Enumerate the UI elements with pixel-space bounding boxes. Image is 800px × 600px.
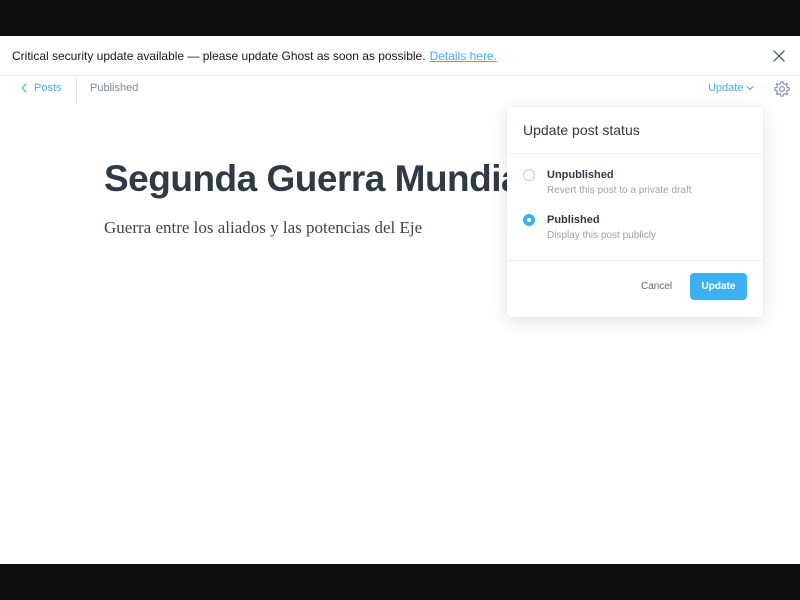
post-excerpt[interactable]: Guerra entre los aliados y las potencias…: [104, 218, 422, 238]
chevron-down-icon: [746, 85, 755, 91]
topbar-divider: [76, 76, 77, 104]
security-alert-banner: Critical security update available — ple…: [0, 36, 800, 76]
letterbox-top: [0, 0, 800, 36]
popover-divider: [507, 260, 763, 261]
close-icon[interactable]: [770, 47, 788, 65]
option-description: Revert this post to a private draft: [547, 185, 692, 196]
cancel-button[interactable]: Cancel: [633, 275, 680, 297]
chevron-left-icon: [21, 83, 27, 93]
popover-title: Update post status: [507, 107, 763, 154]
option-label: Unpublished: [547, 169, 614, 181]
option-description: Display this post publicly: [547, 230, 656, 241]
editor-topbar: Posts Published Update: [0, 76, 800, 104]
option-label: Published: [547, 214, 600, 226]
back-to-posts-link[interactable]: Posts: [20, 82, 62, 94]
update-trigger-label: Update: [708, 82, 744, 94]
post-title[interactable]: Segunda Guerra Mundial: [104, 158, 531, 200]
post-status-label: Published: [90, 82, 139, 94]
ghost-editor: Critical security update available — ple…: [0, 36, 800, 564]
radio-unpublished[interactable]: [523, 169, 535, 181]
gear-icon[interactable]: [773, 80, 791, 98]
update-post-status-popover: Update post status Unpublished Revert th…: [507, 107, 763, 317]
update-dropdown-trigger[interactable]: Update: [708, 82, 755, 94]
back-link-label: Posts: [34, 82, 62, 94]
alert-message: Critical security update available — ple…: [12, 48, 426, 63]
update-button[interactable]: Update: [690, 273, 747, 300]
radio-published[interactable]: [523, 214, 535, 226]
alert-details-link[interactable]: Details here.: [430, 49, 497, 63]
letterbox-bottom: [0, 564, 800, 600]
